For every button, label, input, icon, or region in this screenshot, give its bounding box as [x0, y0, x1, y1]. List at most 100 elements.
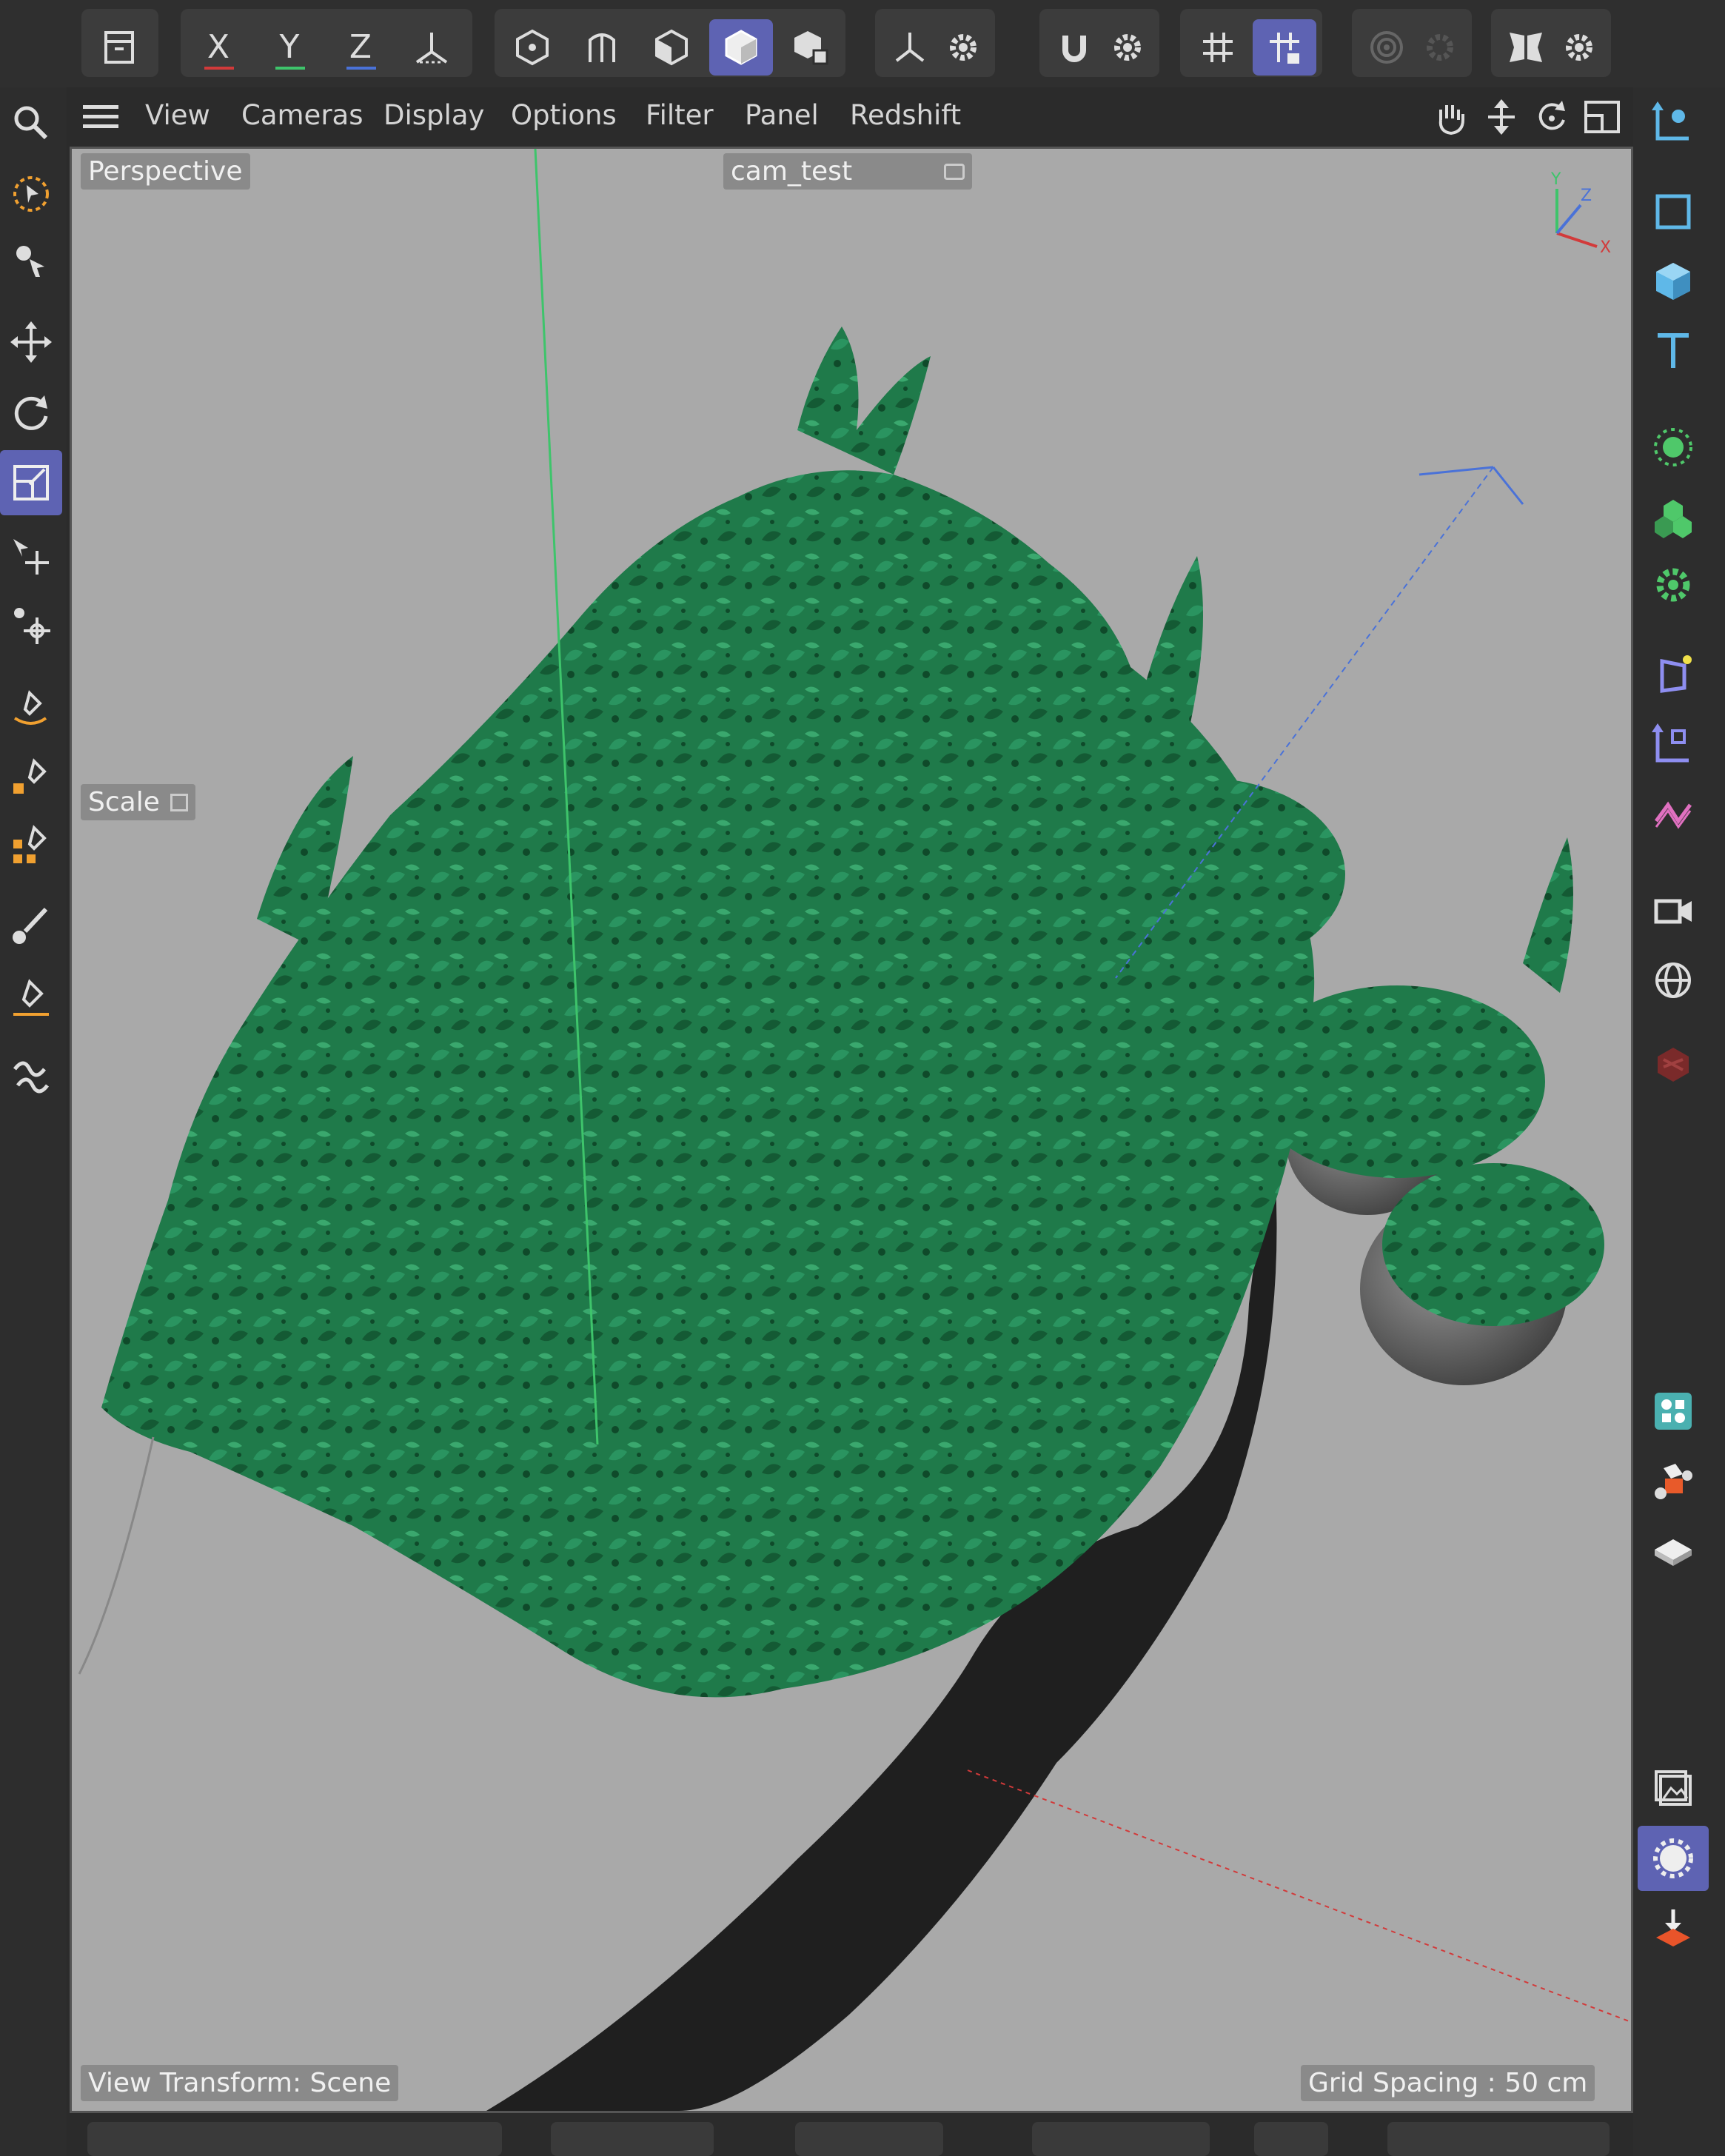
view-name-label: Perspective [81, 153, 250, 190]
top-toolbar: X Y Z [0, 0, 1725, 87]
settings-gear-icon[interactable] [931, 19, 995, 76]
bottom-group-far-right[interactable] [1387, 2122, 1610, 2156]
spline-pen-icon[interactable] [0, 677, 62, 742]
x-axis-line [967, 1770, 1631, 2023]
brush-icon[interactable] [0, 893, 62, 958]
polygons-mode-icon[interactable] [640, 19, 703, 76]
scene-object-icon[interactable] [1638, 1379, 1709, 1444]
axis-x-label: X [207, 28, 230, 66]
create-null-icon[interactable] [1638, 90, 1709, 155]
deformer-icon[interactable] [1638, 643, 1709, 708]
field-icon[interactable] [1638, 783, 1709, 848]
move-selection-icon[interactable] [0, 228, 62, 293]
environment-icon[interactable] [1638, 948, 1709, 1013]
left-toolbar [0, 87, 67, 2156]
scale-icon[interactable] [0, 450, 62, 515]
redshift-icon[interactable] [1638, 1032, 1709, 1097]
undo-history-icon[interactable] [87, 19, 151, 76]
points-mode-icon[interactable] [500, 19, 564, 76]
camera-lock-icon[interactable] [944, 163, 965, 180]
pen-outline-icon[interactable] [0, 967, 62, 1032]
soft-selection-group [1352, 9, 1472, 77]
dolly-arrows-icon[interactable] [1481, 98, 1522, 136]
grid-snap-icon[interactable] [1186, 19, 1250, 76]
bottom-group-mid[interactable] [551, 2122, 714, 2156]
axis-mode-group [875, 9, 995, 77]
search-icon[interactable] [0, 90, 62, 155]
viewport-menu-bar: View Cameras Display Options Filter Pane… [70, 87, 1633, 147]
x-underline [204, 67, 234, 70]
menu-options[interactable]: Options [511, 99, 617, 131]
workplane-lock-icon[interactable] [1253, 19, 1316, 76]
snap-group [1039, 9, 1159, 77]
rotate-icon[interactable] [0, 381, 62, 446]
grid-group [1180, 9, 1322, 77]
view-transform-label: View Transform: Scene [81, 2065, 399, 2101]
menu-filter[interactable]: Filter [646, 99, 714, 131]
left-edge-curve [78, 1436, 155, 1675]
edges-mode-icon[interactable] [570, 19, 634, 76]
camera-selector[interactable]: cam_test [723, 153, 972, 190]
create-plane-icon[interactable] [1638, 179, 1709, 244]
z-axis-arrow-a [1418, 466, 1494, 476]
picture-viewer-icon[interactable] [1638, 1756, 1709, 1821]
effector-icon[interactable] [1638, 552, 1709, 617]
cube-icon[interactable] [1638, 249, 1709, 314]
symmetry-group [1491, 9, 1611, 77]
object-mode-icon[interactable] [779, 19, 843, 76]
bottom-toolbar [70, 2116, 1633, 2156]
menu-redshift[interactable]: Redshift [850, 99, 961, 131]
snap-settings-gear-icon[interactable] [1096, 19, 1159, 76]
lock-y-axis[interactable]: Y [258, 19, 321, 76]
bottom-group-mid2[interactable] [795, 2122, 943, 2156]
foliage-sprig-top [797, 327, 931, 475]
spline-sketch-icon[interactable] [0, 745, 62, 810]
render-icon[interactable] [1638, 1897, 1709, 1962]
bottom-group-left[interactable] [87, 2122, 502, 2156]
3d-viewport[interactable]: Y Z X Perspective cam_test Scale View Tr… [70, 147, 1633, 2113]
symmetry-gear-icon[interactable] [1547, 19, 1611, 76]
camera-name-text: cam_test [731, 156, 853, 187]
axis-lock-group: X Y Z [181, 9, 472, 77]
menu-cameras[interactable]: Cameras [241, 99, 363, 131]
live-selection-icon[interactable] [0, 161, 62, 227]
menu-panel[interactable]: Panel [745, 99, 819, 131]
mograph-icon[interactable] [1638, 486, 1709, 551]
menu-view[interactable]: View [145, 99, 210, 131]
cloner-icon[interactable] [1638, 415, 1709, 480]
mode-group [495, 9, 845, 77]
model-mode-icon[interactable] [709, 19, 773, 76]
foliage-sprig-right [1138, 556, 1203, 726]
lock-x-axis[interactable]: X [187, 19, 250, 76]
menu-display[interactable]: Display [383, 99, 484, 131]
bottom-group-right2[interactable] [1254, 2122, 1328, 2156]
bottom-group-right[interactable] [1032, 2122, 1210, 2156]
history-group [81, 9, 158, 77]
hamburger-menu-icon[interactable] [83, 102, 118, 132]
foliage-sprig-far-right [1523, 837, 1573, 993]
grid-spacing-label: Grid Spacing : 50 cm [1301, 2065, 1595, 2101]
gizmo-y-label: Y [1550, 170, 1561, 189]
render-settings-icon[interactable] [1638, 1826, 1709, 1891]
spline-smooth-icon[interactable] [0, 813, 62, 878]
coordinate-system-icon[interactable] [400, 19, 463, 76]
material-manager-icon[interactable] [1638, 1450, 1709, 1515]
spline-tool-icon[interactable] [0, 1042, 62, 1108]
maximize-view-icon[interactable] [1581, 98, 1623, 136]
gizmo-x-label: X [1600, 238, 1611, 255]
spline-deformer-icon[interactable] [1638, 712, 1709, 777]
camera-icon[interactable] [1638, 878, 1709, 943]
active-tool-label: Scale [88, 787, 160, 817]
text-icon[interactable] [1638, 318, 1709, 384]
soft-selection-gear-icon [1408, 19, 1472, 76]
active-tool-hud: Scale [81, 784, 195, 820]
move-icon[interactable] [0, 309, 62, 375]
place-icon[interactable] [0, 592, 62, 657]
floor-icon[interactable] [1638, 1521, 1709, 1586]
transfer-icon[interactable] [0, 524, 62, 589]
lock-z-axis[interactable]: Z [329, 19, 392, 76]
tool-settings-icon[interactable] [170, 793, 188, 811]
axis-y-label: Y [279, 28, 300, 66]
orbit-icon[interactable] [1531, 98, 1572, 136]
pan-hand-icon[interactable] [1430, 98, 1472, 136]
